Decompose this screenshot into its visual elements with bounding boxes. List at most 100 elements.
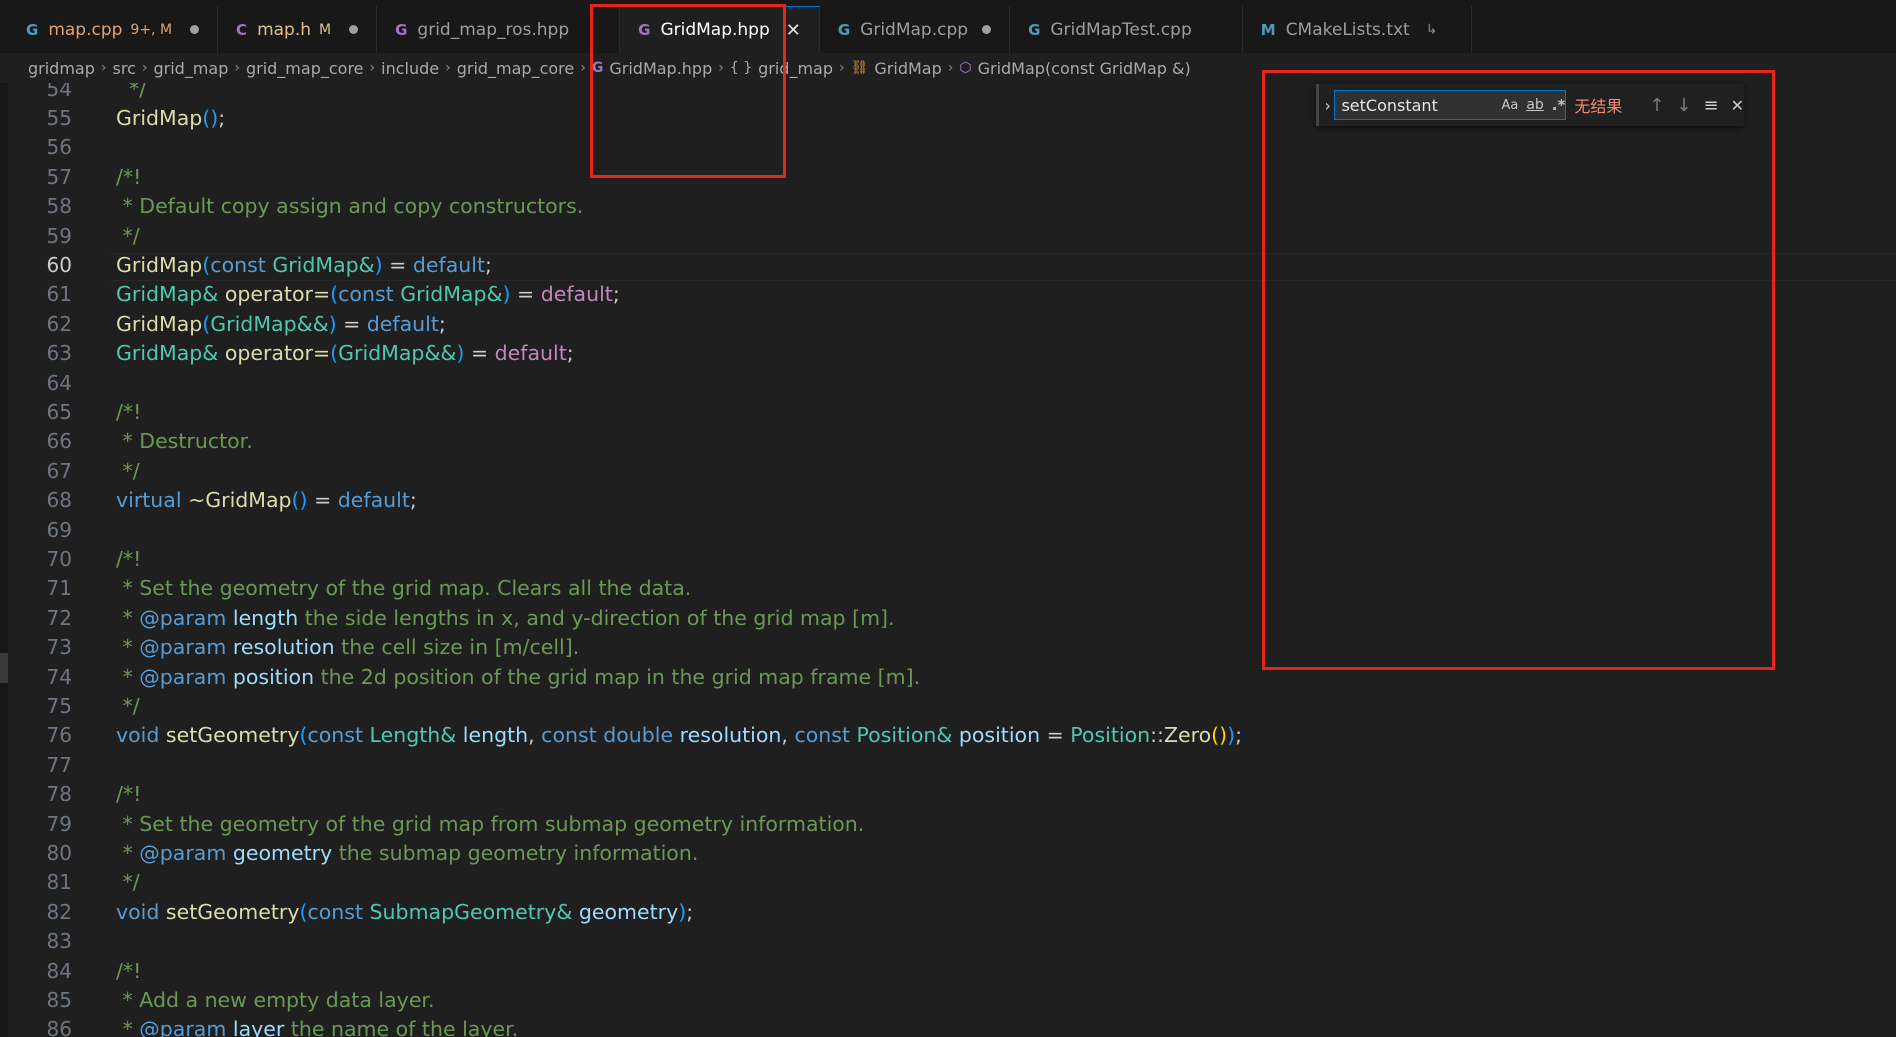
code-text: * Set the geometry of the grid map from …: [116, 811, 865, 836]
unsaved-dot-icon[interactable]: [190, 25, 200, 34]
code-line: 83: [0, 927, 1896, 956]
line-number: 60: [46, 253, 72, 278]
code-text: GridMap& operator=(GridMap&&) = default;: [116, 341, 574, 366]
follow-link-icon: ↳: [1425, 21, 1438, 38]
code-text: void setGeometry(const Length& length, c…: [116, 723, 1243, 748]
code-text: GridMap(GridMap&&) = default;: [116, 311, 446, 336]
breadcrumb-class-label: GridMap: [874, 58, 942, 78]
tab-bar-fill: [1472, 6, 1896, 53]
annotation-box-tab: [590, 4, 786, 178]
code-text: * @param geometry the submap geometry in…: [116, 841, 699, 866]
code-text: */: [116, 458, 140, 483]
tab-map-cpp[interactable]: Gmap.cpp 9+, M: [8, 6, 219, 53]
line-number: 57: [46, 164, 72, 189]
line-number: 82: [46, 899, 72, 924]
code-line: 76 void setGeometry(const Length& length,…: [0, 721, 1896, 750]
breadcrumb-member-label: GridMap(const GridMap &): [977, 58, 1191, 78]
code-line: 81 */: [0, 868, 1896, 897]
code-text: * Set the geometry of the grid map. Clea…: [116, 576, 692, 601]
class-icon: ⛓: [850, 60, 869, 76]
breadcrumb-segment[interactable]: src: [113, 59, 136, 78]
line-number: 55: [46, 106, 72, 131]
breadcrumb-class[interactable]: ⛓ GridMap: [851, 59, 942, 78]
code-line: 84 /*!: [0, 956, 1896, 985]
code-line: 85 * Add a new empty data layer.: [0, 985, 1896, 1014]
breadcrumb-segment[interactable]: gridmap: [28, 59, 95, 78]
chevron-right-icon: ›: [141, 60, 148, 76]
annotation-box-find: [1262, 70, 1775, 670]
tab-gridmaptest-cpp[interactable]: G GridMapTest.cpp: [1010, 6, 1243, 53]
breadcrumb-member[interactable]: ⬡ GridMap(const GridMap &): [959, 59, 1190, 78]
line-number: 67: [46, 458, 72, 483]
tab-cmakelists-txt[interactable]: M CMakeLists.txt ↳: [1242, 6, 1473, 53]
code-text: /*!: [116, 958, 142, 983]
chevron-right-icon: ›: [369, 60, 376, 76]
code-text: */: [116, 694, 140, 719]
code-text: * @param layer the name of the layer.: [116, 1017, 519, 1037]
line-number: 85: [46, 988, 72, 1013]
code-text: */: [116, 870, 140, 895]
code-text: * @param resolution the cell size in [m/…: [116, 635, 580, 660]
line-number: 74: [46, 664, 72, 689]
line-number: 73: [46, 635, 72, 660]
line-number: 54: [46, 83, 72, 101]
chevron-right-icon: ›: [839, 60, 845, 76]
line-number: 75: [46, 694, 72, 719]
code-text: * @param length the side lengths in x, a…: [116, 605, 895, 630]
tab-close-icon[interactable]: ✕: [786, 20, 801, 41]
line-number: 65: [46, 400, 72, 425]
line-number: 70: [46, 547, 72, 572]
code-text: /*!: [116, 782, 142, 807]
breadcrumb-segment[interactable]: grid_map_core: [246, 59, 364, 78]
line-number: 86: [46, 1017, 72, 1037]
method-icon: ⬡: [959, 60, 972, 76]
breadcrumb-segment[interactable]: include: [381, 59, 439, 78]
tab-git-status: 9+, M: [130, 21, 173, 38]
tab-git-status: M: [319, 21, 332, 38]
tab-grid-map-ros-hpp[interactable]: Ggrid_map_ros.hpp: [377, 6, 621, 53]
tab-map-h[interactable]: Cmap.h M: [218, 6, 378, 53]
line-number: 66: [46, 429, 72, 454]
unsaved-dot-icon[interactable]: [982, 25, 992, 34]
chevron-right-icon: ›: [580, 60, 586, 76]
line-number: 77: [46, 752, 72, 777]
line-number: 68: [46, 488, 72, 513]
line-number: 56: [46, 135, 72, 160]
unsaved-dot-icon[interactable]: [349, 25, 359, 34]
code-text: */: [116, 223, 140, 248]
line-number: 71: [46, 576, 72, 601]
tab-bar-left-pad: [0, 6, 8, 53]
tab-gridmap-cpp[interactable]: G GridMap.cpp: [819, 6, 1011, 53]
breadcrumb-segment[interactable]: grid_map: [153, 59, 228, 78]
line-number: 62: [46, 311, 72, 336]
code-text: /*!: [116, 547, 142, 572]
code-text: * Default copy assign and copy construct…: [116, 194, 584, 219]
line-number: 64: [46, 370, 72, 395]
code-text: * Destructor.: [116, 429, 253, 454]
code-line: 80 * @param geometry the submap geometry…: [0, 838, 1896, 867]
cpp-file-icon: G: [837, 20, 851, 39]
code-text: /*!: [116, 164, 142, 189]
breadcrumb-path: gridmap › src › grid_map › grid_map_core › inclu…: [28, 59, 592, 78]
c-header-icon: C: [236, 20, 248, 39]
code-text: * Add a new empty data layer.: [116, 988, 435, 1013]
tab-label: GridMap.cpp: [860, 19, 969, 40]
code-text: GridMap& operator=(const GridMap&) = def…: [116, 282, 620, 307]
line-number: 59: [46, 223, 72, 248]
line-number: 72: [46, 605, 72, 630]
code-line: 86 * @param layer the name of the layer.: [0, 1015, 1896, 1037]
chevron-right-icon: ›: [234, 60, 240, 76]
cpp-file-icon: G: [1028, 20, 1041, 39]
line-number: 61: [46, 282, 72, 307]
tab-bar: Gmap.cpp 9+, M Cmap.h M Ggrid_map_ros.hpp G Gr…: [0, 6, 1896, 53]
line-number: 84: [46, 958, 72, 983]
line-number: 79: [46, 811, 72, 836]
breadcrumb-segment[interactable]: grid_map_core: [457, 59, 575, 78]
line-number: 81: [46, 870, 72, 895]
chevron-right-icon: ›: [947, 60, 954, 76]
tab-label: CMakeLists.txt: [1285, 19, 1410, 40]
code-line: 75 */: [0, 691, 1896, 720]
cpp-file-icon: G: [395, 20, 408, 39]
line-number: 83: [46, 929, 72, 954]
code-text: GridMap();: [116, 106, 226, 131]
